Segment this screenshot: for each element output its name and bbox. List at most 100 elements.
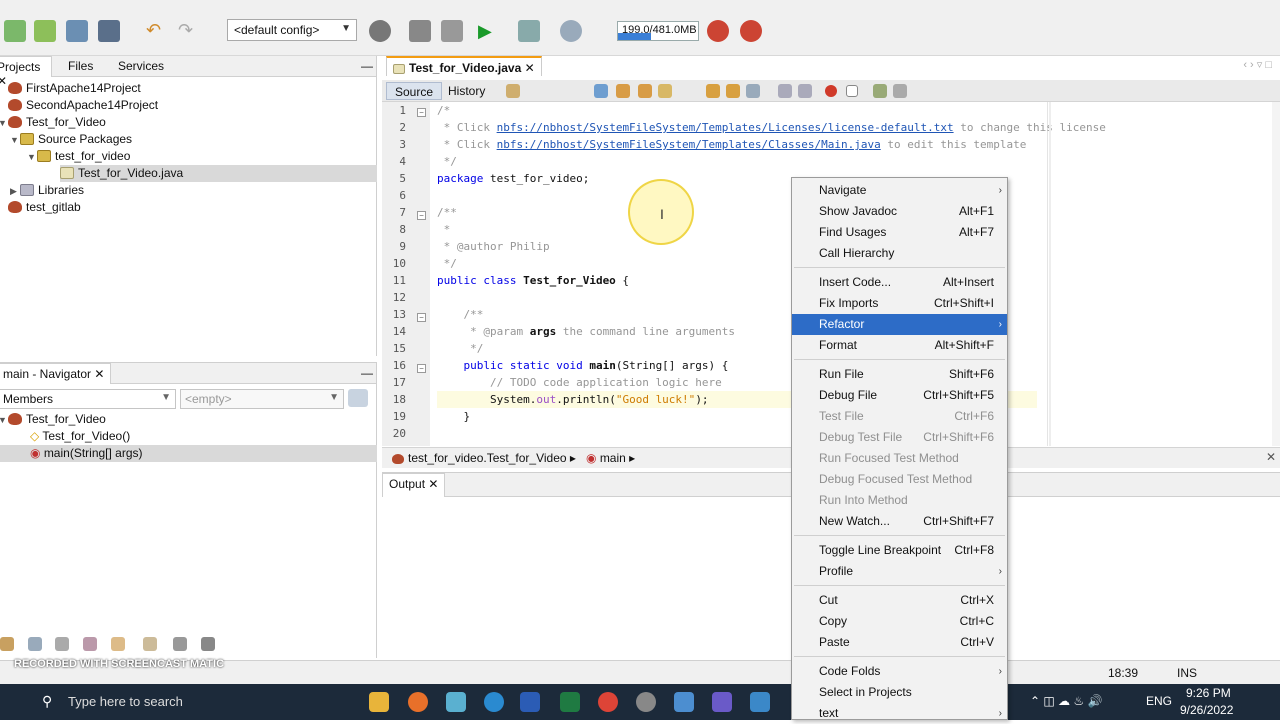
fold-icon[interactable]: −	[417, 313, 426, 322]
editor-tab[interactable]: Test_for_Video.java ✕	[386, 56, 542, 76]
highlight-icon[interactable]	[658, 84, 672, 98]
fold-icon[interactable]: −	[417, 108, 426, 117]
minimize-icon[interactable]: —	[355, 363, 379, 384]
code-line-8[interactable]: *	[437, 221, 451, 238]
expand-icon[interactable]: ▼	[0, 115, 8, 132]
close-icon[interactable]: ✕	[0, 74, 7, 88]
filter-icon[interactable]	[0, 637, 14, 651]
minimize-icon[interactable]: —	[355, 56, 379, 77]
menu-item-debug-file[interactable]: Debug File Ctrl+Shift+F5	[792, 385, 1007, 406]
menu-item-run-into-method[interactable]: Run Into Method	[792, 490, 1007, 511]
code-line-3[interactable]: * Click nbfs://nbhost/SystemFileSystem/T…	[437, 136, 1027, 153]
code-line-13[interactable]: /**	[437, 306, 483, 323]
stop-macro-icon[interactable]	[846, 85, 858, 97]
bookmark-toggle-icon[interactable]	[746, 84, 760, 98]
clean-build-icon[interactable]	[441, 20, 463, 42]
build-icon[interactable]	[409, 20, 431, 42]
eclipse-icon[interactable]	[446, 692, 466, 712]
gc2-icon[interactable]	[740, 20, 762, 42]
license-link[interactable]: nbfs://nbhost/SystemFileSystem/Templates…	[497, 121, 954, 134]
menu-item-debug-focused-test-method[interactable]: Debug Focused Test Method	[792, 469, 1007, 490]
language-indicator[interactable]: ENG	[1146, 694, 1172, 708]
expand-icon[interactable]: ▼	[0, 412, 8, 429]
tab-source[interactable]: Source	[386, 82, 443, 100]
members-select[interactable]: Members ▼	[0, 389, 176, 409]
outlook-icon[interactable]	[750, 692, 770, 712]
tree-item-test-package[interactable]: ▼ test_for_video	[27, 148, 130, 165]
tab-services[interactable]: Services	[112, 56, 170, 77]
menu-item-test-file[interactable]: Test File Ctrl+F6	[792, 406, 1007, 427]
tree-item-java-file[interactable]: Test_for_Video.java	[60, 165, 377, 182]
search-icon[interactable]: ⚲	[42, 693, 52, 710]
menu-item-new-watch[interactable]: New Watch... Ctrl+Shift+F7	[792, 511, 1007, 532]
shift-right-icon[interactable]	[798, 84, 812, 98]
sort-icon[interactable]	[143, 637, 157, 651]
menu-item-copy[interactable]: Copy Ctrl+C	[792, 611, 1007, 632]
close-icon[interactable]: ✕	[1266, 450, 1276, 464]
find-prev-icon[interactable]	[616, 84, 630, 98]
tree-item-source-packages[interactable]: ▼ Source Packages	[10, 131, 132, 148]
close-icon[interactable]: ✕	[94, 367, 104, 381]
fold-icon[interactable]: −	[417, 211, 426, 220]
new-file-icon[interactable]	[4, 20, 26, 42]
code-line-5[interactable]: package test_for_video;	[437, 170, 589, 187]
close-icon[interactable]: ✕	[428, 477, 438, 491]
menu-item-call-hierarchy[interactable]: Call Hierarchy	[792, 243, 1007, 264]
fold-icon[interactable]: −	[417, 364, 426, 373]
tab-output[interactable]: Output ✕	[382, 473, 446, 497]
tree-item-test-for-video[interactable]: ▼ Test_for_Video	[0, 114, 106, 131]
last-edit-icon[interactable]	[506, 84, 520, 98]
menu-item-run-focused-test-method[interactable]: Run Focused Test Method	[792, 448, 1007, 469]
code-line-4[interactable]: */	[437, 153, 457, 170]
code-line-16[interactable]: public static void main(String[] args) {	[437, 357, 728, 374]
memory-indicator[interactable]: 199.0/481.0MB	[617, 21, 699, 41]
editor-scrollbar[interactable]	[1272, 102, 1280, 446]
menu-item-toggle-line-breakpoint[interactable]: Toggle Line Breakpoint Ctrl+F8	[792, 540, 1007, 561]
record-macro-icon[interactable]	[825, 85, 837, 97]
tray-icons[interactable]: ⌃ ◫ ☁ ♨ 🔊	[1030, 694, 1102, 708]
bookmark-prev-icon[interactable]	[706, 84, 720, 98]
new-project-icon[interactable]	[34, 20, 56, 42]
menu-item-insert-code[interactable]: Insert Code... Alt+Insert	[792, 272, 1007, 293]
save-all-icon[interactable]	[98, 20, 120, 42]
menu-item-text[interactable]: text ›	[792, 703, 1007, 724]
tab-projects[interactable]: Projects ✕	[0, 56, 52, 88]
teams-icon[interactable]	[712, 692, 732, 712]
menu-item-navigate[interactable]: Navigate ›	[792, 180, 1007, 201]
menu-item-show-javadoc[interactable]: Show Javadoc Alt+F1	[792, 201, 1007, 222]
code-line-19[interactable]: }	[437, 408, 470, 425]
firefox-icon[interactable]	[408, 692, 428, 712]
undo-icon[interactable]: ↶	[146, 20, 168, 42]
tree-item-test-gitlab[interactable]: test_gitlab	[8, 199, 81, 216]
navigator-settings-icon[interactable]	[348, 389, 368, 407]
run-icon[interactable]: ▶	[478, 20, 500, 42]
app-icon[interactable]	[636, 692, 656, 712]
find-next-icon[interactable]	[638, 84, 652, 98]
menu-item-run-file[interactable]: Run File Shift+F6	[792, 364, 1007, 385]
gc-icon[interactable]	[707, 20, 729, 42]
uncomment-icon[interactable]	[893, 84, 907, 98]
code-line-14[interactable]: * @param args the command line arguments	[437, 323, 735, 340]
menu-item-debug-test-file[interactable]: Debug Test File Ctrl+Shift+F6	[792, 427, 1007, 448]
chrome-icon[interactable]	[598, 692, 618, 712]
taskbar-search[interactable]: Type here to search	[68, 694, 183, 709]
shift-left-icon[interactable]	[778, 84, 792, 98]
tab-scroll-controls[interactable]: ‹ › ▿ □	[1243, 58, 1272, 71]
menu-item-code-folds[interactable]: Code Folds ›	[792, 661, 1007, 682]
code-line-15[interactable]: */	[437, 340, 483, 357]
menu-item-format[interactable]: Format Alt+Shift+F	[792, 335, 1007, 356]
menu-item-refactor[interactable]: Refactor ›	[792, 314, 1007, 335]
menu-item-fix-imports[interactable]: Fix Imports Ctrl+Shift+I	[792, 293, 1007, 314]
inherited-icon[interactable]	[111, 637, 125, 651]
tree-item-second-apache[interactable]: SecondApache14Project	[8, 97, 158, 114]
word-icon[interactable]	[520, 692, 540, 712]
file-explorer-icon[interactable]	[369, 692, 389, 712]
menu-item-profile[interactable]: Profile ›	[792, 561, 1007, 582]
expand-icon[interactable]: ▼	[10, 132, 20, 149]
expand-icon[interactable]: ▶	[10, 183, 20, 200]
sort-source-icon[interactable]	[201, 637, 215, 651]
expand-icon[interactable]: ▼	[27, 149, 37, 166]
static-icon[interactable]	[55, 637, 69, 651]
redo-icon[interactable]: ↷	[178, 20, 200, 42]
nav-item-class[interactable]: ▼ Test_for_Video	[0, 411, 106, 428]
